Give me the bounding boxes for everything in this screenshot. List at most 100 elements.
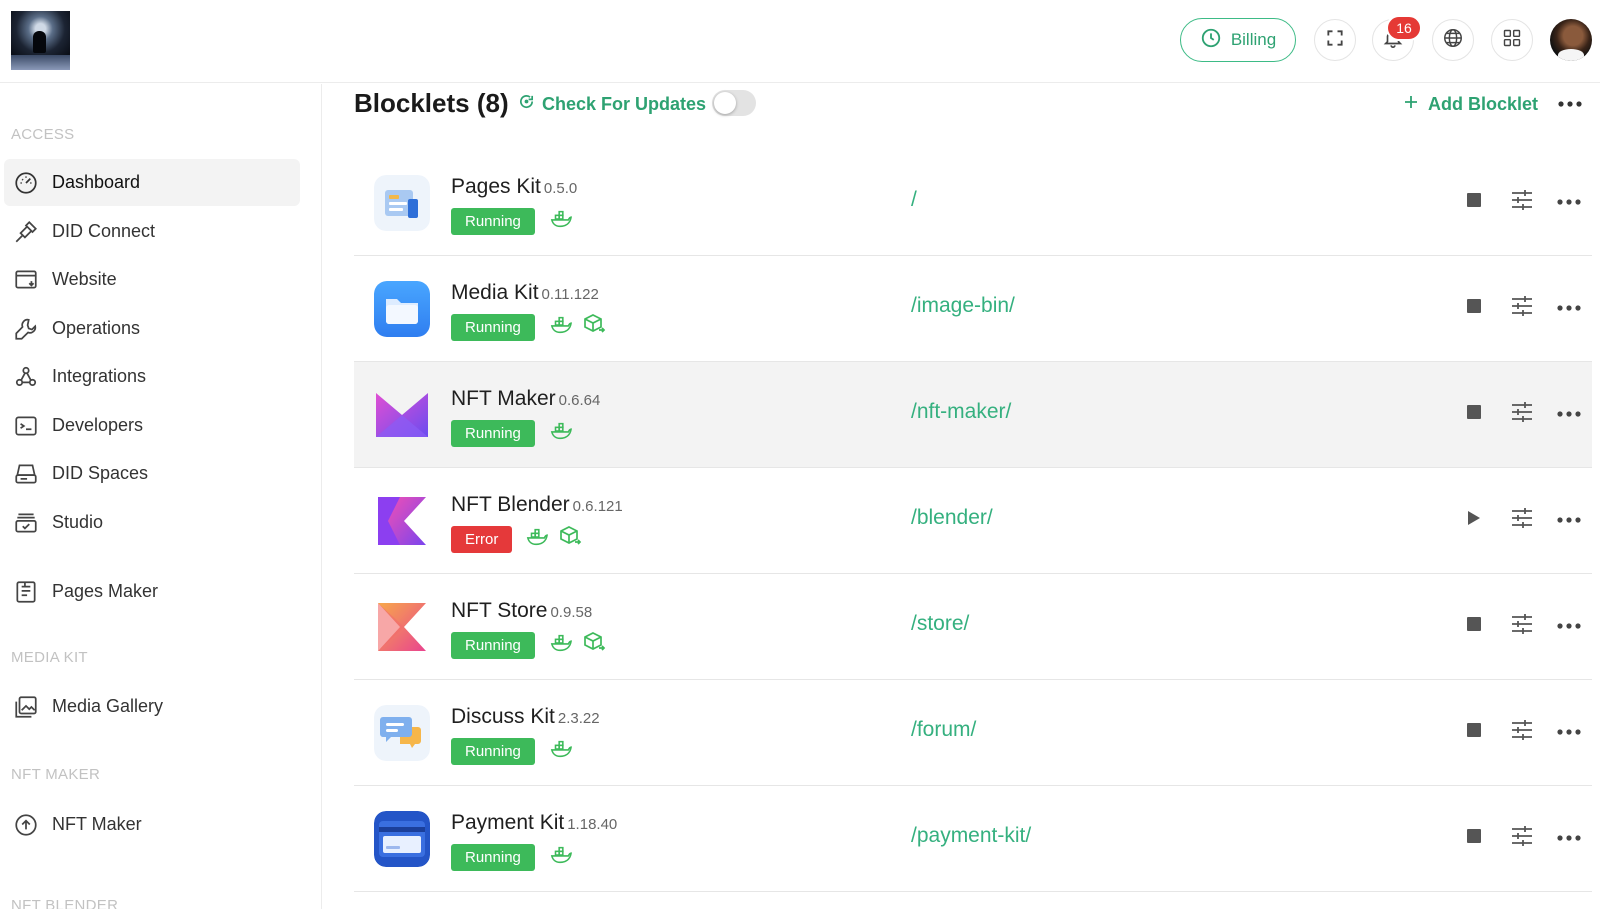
blocklet-name[interactable]: Media Kit 0.11.122 xyxy=(451,281,599,305)
blocklet-mount-path-link[interactable]: /store/ xyxy=(911,612,969,636)
sidebar-item-studio[interactable]: Studio xyxy=(4,499,300,546)
app-logo[interactable] xyxy=(11,11,70,70)
blocklet-row-nft-store[interactable]: NFT Store 0.9.58 Running /store/ xyxy=(354,574,1592,680)
sidebar-item-did-spaces[interactable]: DID Spaces xyxy=(4,450,300,497)
sliders-icon xyxy=(1510,401,1534,428)
sidebar-item-website[interactable]: Website xyxy=(4,256,300,303)
blocklet-row-nft-maker[interactable]: NFT Maker 0.6.64 Running /nft-maker/ xyxy=(354,362,1592,468)
more-options-button[interactable] xyxy=(1555,612,1583,640)
stop-button[interactable] xyxy=(1460,824,1488,852)
status-badge: Running xyxy=(451,208,535,235)
blocklet-name[interactable]: Discuss Kit 2.3.22 xyxy=(451,705,600,729)
sidebar-item-media-gallery[interactable]: Media Gallery xyxy=(4,683,300,730)
section-label-nft-blender: NFT BLENDER xyxy=(11,897,119,909)
sidebar-item-label: Studio xyxy=(52,512,104,532)
blocklet-mount-path-link[interactable]: / xyxy=(911,188,917,212)
blocklet-mount-path-link[interactable]: /nft-maker/ xyxy=(911,400,1011,424)
settings-button[interactable] xyxy=(1508,718,1536,746)
settings-button[interactable] xyxy=(1508,188,1536,216)
blocklet-mount-path-link[interactable]: /image-bin/ xyxy=(911,294,1015,318)
blocklet-row-payment-kit[interactable]: Payment Kit 1.18.40 Running /payment-kit/ xyxy=(354,786,1592,892)
blocklet-row-pages-kit[interactable]: Pages Kit 0.5.0 Running / xyxy=(354,150,1592,256)
add-blocklet-label: Add Blocklet xyxy=(1428,94,1539,114)
billing-button[interactable]: Billing xyxy=(1180,18,1296,62)
plug-icon xyxy=(12,218,40,246)
blocklet-name[interactable]: NFT Blender 0.6.121 xyxy=(451,493,623,517)
blocklet-version: 0.5.0 xyxy=(543,180,578,197)
media-kit-logo-icon xyxy=(374,281,430,337)
more-horizontal-icon xyxy=(1557,511,1581,529)
dashboard-gauge-icon xyxy=(12,169,40,197)
settings-button[interactable] xyxy=(1508,612,1536,640)
sidebar-item-operations[interactable]: Operations xyxy=(4,305,300,352)
blocklet-name-text: Media Kit xyxy=(451,281,539,304)
blocklet-name[interactable]: Payment Kit 1.18.40 xyxy=(451,811,617,835)
blocklet-tags xyxy=(550,844,572,871)
user-avatar[interactable] xyxy=(1550,19,1592,61)
settings-button[interactable] xyxy=(1508,824,1536,852)
billing-label: Billing xyxy=(1230,30,1277,49)
stop-button[interactable] xyxy=(1460,294,1488,322)
check-for-updates-button[interactable]: Check For Updates xyxy=(518,93,706,115)
auto-update-toggle[interactable] xyxy=(712,90,756,116)
start-button[interactable] xyxy=(1460,506,1488,534)
storage-icon xyxy=(12,460,40,488)
more-options-button[interactable] xyxy=(1555,718,1583,746)
blocklet-mount-path-link[interactable]: /blender/ xyxy=(911,506,993,530)
add-blocklet-button[interactable]: Add Blocklet xyxy=(1402,93,1538,116)
notification-count-badge: 16 xyxy=(1386,15,1422,41)
more-horizontal-icon xyxy=(1557,829,1581,847)
stop-button[interactable] xyxy=(1460,718,1488,746)
more-horizontal-icon xyxy=(1557,299,1581,317)
settings-button[interactable] xyxy=(1508,506,1536,534)
language-button[interactable] xyxy=(1432,19,1474,61)
blocklet-row-nft-blender[interactable]: NFT Blender 0.6.121 Error /blender/ xyxy=(354,468,1592,574)
upload-circle-icon xyxy=(12,811,40,839)
page-title: Blocklets (8) xyxy=(354,88,509,118)
blocklet-mount-path-link[interactable]: /payment-kit/ xyxy=(911,824,1031,848)
stop-button[interactable] xyxy=(1460,612,1488,640)
docker-icon xyxy=(550,209,572,234)
blocklet-mount-path-link[interactable]: /forum/ xyxy=(911,718,976,742)
sidebar-item-pages-maker[interactable]: Pages Maker xyxy=(4,568,300,615)
settings-button[interactable] xyxy=(1508,400,1536,428)
more-options-button[interactable] xyxy=(1555,188,1583,216)
blocklet-name[interactable]: Pages Kit 0.5.0 xyxy=(451,175,577,199)
blocklet-row-media-kit[interactable]: Media Kit 0.11.122 Running /image-bin/ xyxy=(354,256,1592,362)
sidebar-item-label: Developers xyxy=(52,415,144,435)
more-options-button[interactable] xyxy=(1555,400,1583,428)
clock-icon xyxy=(1200,27,1222,54)
apps-button[interactable] xyxy=(1491,19,1533,61)
stop-icon xyxy=(1467,192,1481,212)
sidebar-item-did-connect[interactable]: DID Connect xyxy=(4,208,300,255)
blocklet-name-text: Discuss Kit xyxy=(451,705,555,728)
sidebar-item-dashboard[interactable]: Dashboard xyxy=(4,159,300,206)
sidebar-item-label: Dashboard xyxy=(52,172,141,192)
sidebar-item-label: DID Connect xyxy=(52,221,156,241)
studio-icon xyxy=(12,509,40,537)
docker-icon xyxy=(550,315,572,340)
terminal-icon xyxy=(12,412,40,440)
docker-icon xyxy=(550,845,572,870)
docker-icon xyxy=(526,527,548,552)
fullscreen-button[interactable] xyxy=(1314,19,1356,61)
more-options-button[interactable] xyxy=(1555,506,1583,534)
gallery-icon xyxy=(12,693,40,721)
blocklet-name-text: NFT Blender xyxy=(451,493,570,516)
sidebar-item-integrations[interactable]: Integrations xyxy=(4,353,300,400)
blocklet-name[interactable]: NFT Maker 0.6.64 xyxy=(451,387,600,411)
sidebar-item-developers[interactable]: Developers xyxy=(4,402,300,449)
sidebar-item-label: Pages Maker xyxy=(52,581,159,601)
more-options-button[interactable] xyxy=(1555,294,1583,322)
stop-icon xyxy=(1467,298,1481,318)
stop-button[interactable] xyxy=(1460,188,1488,216)
blocklet-name[interactable]: NFT Store 0.9.58 xyxy=(451,599,592,623)
refresh-icon xyxy=(518,93,535,115)
more-options-button[interactable] xyxy=(1555,824,1583,852)
page-more-button[interactable] xyxy=(1556,94,1584,114)
stop-button[interactable] xyxy=(1460,400,1488,428)
status-badge: Error xyxy=(451,526,513,553)
sidebar-item-nft-maker[interactable]: NFT Maker xyxy=(4,801,300,848)
settings-button[interactable] xyxy=(1508,294,1536,322)
blocklet-row-discuss-kit[interactable]: Discuss Kit 2.3.22 Running /forum/ xyxy=(354,680,1592,786)
